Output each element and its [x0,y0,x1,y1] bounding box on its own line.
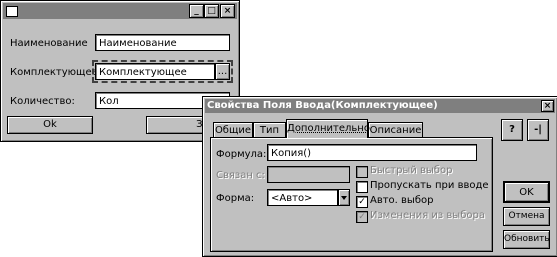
minimize-button[interactable]: _ [189,4,204,18]
linked-label: Связан с: [216,170,265,181]
formula-field[interactable]: Копия() [267,144,477,161]
form-select[interactable]: <Авто> [267,189,338,206]
quantity-label: Количество: [10,96,75,107]
component-select-button[interactable]: ... [215,63,230,80]
close-button[interactable]: × [220,4,235,18]
formula-label: Формула: [216,149,267,160]
changes-from-choice-checkbox[interactable]: ✓ [356,211,368,223]
form-label: Форма: [216,193,255,204]
linked-field [267,166,350,183]
dialog-refresh-button[interactable]: Обновить [503,230,550,249]
component-label: Комплектующее [10,67,98,78]
tab-type[interactable]: Тип [253,122,286,138]
dialog-title: Свойства Поля Ввода(Комплектующее) [207,100,438,111]
quick-choice-checkbox[interactable] [356,166,368,178]
tab-description[interactable]: Описание [368,122,423,138]
quick-choice-label: Быстрый выбор [370,165,453,176]
ok-button[interactable]: Ok [7,116,93,134]
pin-button[interactable]: -| [527,119,549,141]
help-icon: ? [509,124,515,135]
skip-on-input-checkbox[interactable] [356,181,368,193]
maximize-button[interactable]: □ [204,4,219,18]
dialog-titlebar[interactable]: Свойства Поля Ввода(Комплектующее) × [205,99,555,113]
form-window-titlebar[interactable]: _ □ × [3,3,237,19]
skip-on-input-label: Пропускать при вводе [370,180,489,191]
name-field[interactable]: Наименование [95,34,230,51]
pin-icon: -| [534,124,542,135]
form-select-dropdown-button[interactable] [338,189,350,206]
component-field[interactable]: Комплектующее [95,63,215,80]
dialog-cancel-button[interactable]: Отмена [503,207,550,226]
help-button[interactable]: ? [501,119,523,141]
dialog-close-button[interactable]: × [541,100,554,112]
auto-choice-label: Авто. выбор [370,195,434,206]
chevron-down-icon [341,196,347,200]
tab-general[interactable]: Общие [213,122,253,138]
tab-additional[interactable]: Дополнительно [286,119,370,138]
app-icon [6,6,18,17]
changes-from-choice-label: Изменения из выбора [370,210,485,221]
auto-choice-checkbox[interactable]: ✓ [356,196,368,208]
dialog-ok-button[interactable]: OK [503,181,550,203]
name-label: Наименование [10,38,88,49]
